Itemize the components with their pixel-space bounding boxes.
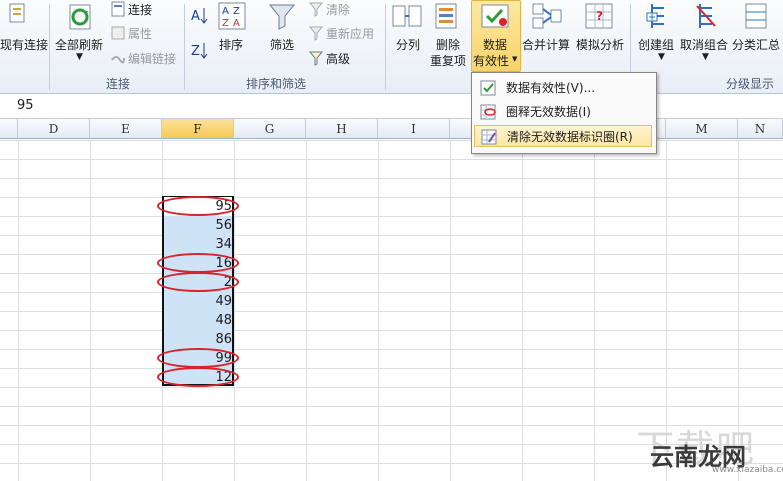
cell-f-6[interactable]: 49 bbox=[164, 292, 232, 311]
svg-text:Z: Z bbox=[191, 44, 200, 59]
what-if-analysis-icon: ? bbox=[584, 2, 614, 33]
column-header-m[interactable]: M bbox=[666, 119, 738, 139]
advanced-filter-icon bbox=[308, 50, 324, 69]
column-header-g[interactable]: G bbox=[234, 119, 306, 139]
cell-f-8[interactable]: 86 bbox=[164, 330, 232, 349]
menu-item-clear-validation-circles[interactable]: 清除无效数据标识圈(R) bbox=[474, 125, 652, 147]
refresh-all-button[interactable]: 全部刷新 bbox=[55, 36, 103, 53]
subtotal-icon bbox=[744, 2, 768, 33]
column-header-h[interactable]: H bbox=[306, 119, 378, 139]
grid-line bbox=[306, 140, 307, 481]
column-header-n[interactable]: N bbox=[738, 119, 783, 139]
column-header-e[interactable]: E bbox=[90, 119, 162, 139]
sort-dialog-icon: AZZA bbox=[218, 2, 246, 33]
grid-line bbox=[450, 140, 451, 481]
svg-text:Z: Z bbox=[222, 18, 229, 29]
reapply-icon bbox=[308, 25, 324, 44]
invalid-data-circle bbox=[157, 196, 239, 216]
clear-filter-icon bbox=[308, 1, 324, 20]
svg-text:Z: Z bbox=[233, 6, 240, 17]
svg-text:A: A bbox=[222, 6, 229, 17]
grid-line bbox=[90, 140, 91, 481]
invalid-data-circle bbox=[157, 367, 239, 387]
column-header-i[interactable]: I bbox=[378, 119, 450, 139]
ungroup-icon bbox=[694, 2, 718, 33]
watermark-url: www.xiazaiba.com bbox=[712, 465, 783, 475]
formula-bar-value[interactable]: 95 bbox=[17, 98, 34, 113]
group-label-sort-filter: 排序和筛选 bbox=[246, 77, 307, 91]
svg-text:?: ? bbox=[596, 9, 603, 23]
menu-item-label: 清除无效数据标识圈(R) bbox=[507, 130, 633, 144]
existing-connections-button[interactable]: 现有连接 bbox=[0, 36, 48, 53]
subtotal-button[interactable]: 分类汇总 bbox=[732, 36, 780, 53]
ribbon-data-tab: 现有连接 全部刷新 ▼ 连接 属性 编辑链接 连接 A Z AZZA 排序 筛选… bbox=[0, 0, 783, 94]
grid-line bbox=[18, 140, 19, 481]
filter-funnel-icon bbox=[268, 2, 296, 33]
menu-item-label: 圈释无效数据(I) bbox=[506, 105, 591, 119]
consolidate-icon bbox=[532, 2, 562, 33]
data-validation-label-2[interactable]: 有效性 bbox=[473, 52, 509, 69]
remove-duplicates-icon bbox=[434, 2, 458, 33]
remove-duplicates-label-2[interactable]: 重复项 bbox=[430, 52, 466, 69]
column-header-c-partial[interactable] bbox=[0, 119, 18, 139]
menu-item-circle-invalid-data[interactable]: 圈释无效数据(I) bbox=[474, 101, 652, 123]
edit-links-button[interactable]: 编辑链接 bbox=[128, 50, 176, 67]
remove-duplicates-label-1[interactable]: 删除 bbox=[436, 36, 460, 53]
existing-connections-icon bbox=[8, 2, 28, 29]
grid-line bbox=[522, 140, 523, 481]
group-label-connections: 连接 bbox=[106, 77, 131, 91]
filter-button[interactable]: 筛选 bbox=[270, 36, 294, 53]
separator bbox=[49, 4, 50, 90]
advanced-button[interactable]: 高级 bbox=[326, 50, 350, 67]
reapply-button[interactable]: 重新应用 bbox=[326, 25, 374, 42]
grid-line bbox=[378, 140, 379, 481]
properties-icon bbox=[110, 25, 126, 44]
clear-validation-circles-icon bbox=[481, 129, 497, 152]
connections-button[interactable]: 连接 bbox=[128, 1, 152, 18]
cell-f-3[interactable]: 34 bbox=[164, 235, 232, 254]
sort-descending-icon[interactable]: Z bbox=[190, 40, 210, 65]
formula-bar[interactable]: 95 bbox=[0, 94, 783, 119]
data-validation-menu: 数据有效性(V)... 圈释无效数据(I) 清除无效数据标识圈(R) bbox=[471, 72, 657, 154]
edit-links-icon bbox=[110, 50, 126, 69]
consolidate-button[interactable]: 合并计算 bbox=[522, 36, 570, 53]
sort-button[interactable]: 排序 bbox=[219, 36, 243, 53]
separator bbox=[385, 4, 386, 90]
cell-f-7[interactable]: 48 bbox=[164, 311, 232, 330]
circle-invalid-data-icon bbox=[480, 104, 496, 127]
menu-item-data-validation[interactable]: 数据有效性(V)... bbox=[474, 77, 652, 99]
refresh-all-icon bbox=[66, 2, 96, 35]
data-validation-small-icon bbox=[480, 80, 496, 103]
properties-button[interactable]: 属性 bbox=[128, 25, 152, 42]
group-dropdown-icon[interactable]: ▼ bbox=[658, 52, 665, 62]
what-if-analysis-button[interactable]: 模拟分析 bbox=[576, 36, 624, 53]
refresh-dropdown-arrow-icon[interactable]: ▼ bbox=[76, 52, 83, 62]
group-label-outline: 分级显示 bbox=[726, 77, 775, 91]
text-to-columns-button[interactable]: 分列 bbox=[396, 36, 420, 53]
invalid-data-circle bbox=[157, 348, 239, 368]
menu-item-label: 数据有效性(V)... bbox=[506, 81, 596, 95]
text-to-columns-icon bbox=[392, 2, 422, 33]
group-button[interactable]: 创建组 bbox=[638, 36, 674, 53]
clear-button[interactable]: 清除 bbox=[326, 1, 350, 18]
connections-icon bbox=[110, 1, 126, 20]
grid-line bbox=[594, 140, 595, 481]
column-header-d[interactable]: D bbox=[18, 119, 90, 139]
sort-ascending-icon[interactable]: A bbox=[190, 5, 210, 30]
ungroup-button[interactable]: 取消组合 bbox=[680, 36, 728, 53]
svg-text:A: A bbox=[191, 9, 200, 24]
cell-f-2[interactable]: 56 bbox=[164, 216, 232, 235]
ungroup-dropdown-icon[interactable]: ▼ bbox=[702, 52, 709, 62]
data-validation-dropdown-icon[interactable]: ▼ bbox=[512, 55, 517, 63]
grid-line bbox=[234, 140, 235, 481]
group-icon bbox=[646, 2, 670, 33]
invalid-data-circle bbox=[157, 272, 239, 292]
column-header-f[interactable]: F bbox=[162, 119, 234, 139]
data-validation-icon bbox=[480, 2, 510, 33]
separator bbox=[184, 4, 185, 90]
svg-text:A: A bbox=[233, 18, 240, 29]
invalid-data-circle bbox=[157, 253, 239, 273]
data-validation-label-1[interactable]: 数据 bbox=[483, 36, 507, 53]
